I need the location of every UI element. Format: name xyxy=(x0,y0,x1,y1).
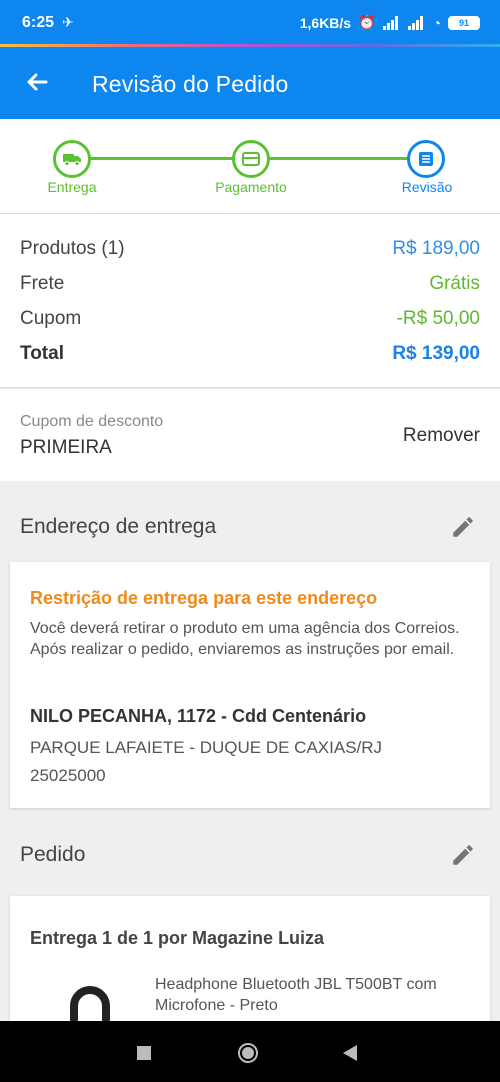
step-review[interactable] xyxy=(407,140,445,178)
coupon-value: -R$ 50,00 xyxy=(396,308,480,329)
edit-order-icon[interactable] xyxy=(450,842,476,868)
step-label-payment: Pagamento xyxy=(215,179,287,195)
remove-coupon-button[interactable]: Remover xyxy=(403,425,480,447)
card-icon xyxy=(242,152,260,166)
notification-icon: ✈ xyxy=(62,14,74,30)
shipping-label: Frete xyxy=(20,273,65,294)
step-delivery[interactable] xyxy=(53,140,91,178)
alarm-icon: ⏰ xyxy=(358,14,376,30)
coupon-code: PRIMEIRA xyxy=(20,437,112,458)
status-bar: 6:25 ✈ 1,6KB/s ⏰ ◔ 91 xyxy=(0,0,500,47)
step-label-delivery: Entrega xyxy=(47,179,97,195)
address-card: Restrição de entrega para este endereço … xyxy=(10,562,490,808)
delivery-restriction-info: Você deverá retirar o produto em uma agê… xyxy=(30,620,460,658)
recents-icon[interactable] xyxy=(137,1046,151,1060)
products-label: Produtos (1) xyxy=(20,238,125,259)
app-bar: Revisão do Pedido xyxy=(0,47,500,119)
step-connector-1 xyxy=(72,157,250,160)
address-street: NILO PECANHA, 1172 - Cdd Centenário xyxy=(30,706,367,726)
product-name: Headphone Bluetooth JBL T500BT com Micro… xyxy=(155,976,437,1014)
arrow-left-icon[interactable] xyxy=(22,67,52,97)
summary-coupon-row: Cupom -R$ 50,00 xyxy=(20,308,480,330)
order-section-title: Pedido xyxy=(20,843,86,866)
address-section-title: Endereço de entrega xyxy=(20,515,217,538)
truck-icon xyxy=(63,154,81,166)
delivery-restriction-warning: Restrição de entrega para este endereço xyxy=(30,588,378,608)
wifi-icon: ◔ xyxy=(432,14,441,31)
step-payment[interactable] xyxy=(232,140,270,178)
step-connector-2 xyxy=(250,157,426,160)
shipping-info: Entrega 1 de 1 por Magazine Luiza xyxy=(30,928,325,948)
total-value: R$ 139,00 xyxy=(392,343,480,364)
shipping-value: Grátis xyxy=(429,273,480,294)
back-nav-icon[interactable] xyxy=(343,1045,357,1061)
address-zip: 25025000 xyxy=(30,766,106,785)
signal-icon xyxy=(382,15,401,30)
summary-total-row: Total R$ 139,00 xyxy=(20,343,480,365)
status-time: 6:25 xyxy=(22,14,55,31)
status-right: 1,6KB/s ⏰ ◔ 91 xyxy=(300,14,480,31)
battery-icon: 91 xyxy=(448,15,480,30)
checkout-stepper: Entrega Pagamento Revisão xyxy=(0,119,500,214)
network-speed: 1,6KB/s xyxy=(299,14,352,31)
address-city: PARQUE LAFAIETE - DUQUE DE CAXIAS/RJ xyxy=(30,738,383,757)
system-nav-bar xyxy=(0,1021,500,1082)
home-icon[interactable] xyxy=(237,1042,259,1064)
coupon-section-label: Cupom de desconto xyxy=(20,413,164,430)
list-icon xyxy=(419,152,433,166)
total-label: Total xyxy=(20,343,64,364)
step-label-review: Revisão xyxy=(401,179,453,195)
order-summary: Produtos (1) R$ 189,00 Frete Grátis Cupo… xyxy=(0,214,500,388)
page-title: Revisão do Pedido xyxy=(92,71,289,97)
summary-products-row: Produtos (1) R$ 189,00 xyxy=(20,238,480,260)
coupon-label: Cupom xyxy=(20,308,82,329)
signal-icon-2 xyxy=(407,15,426,30)
summary-shipping-row: Frete Grátis xyxy=(20,273,480,295)
coupon-section: Cupom de desconto PRIMEIRA Remover xyxy=(0,389,500,481)
products-value: R$ 189,00 xyxy=(392,238,480,259)
edit-address-icon[interactable] xyxy=(450,514,476,540)
